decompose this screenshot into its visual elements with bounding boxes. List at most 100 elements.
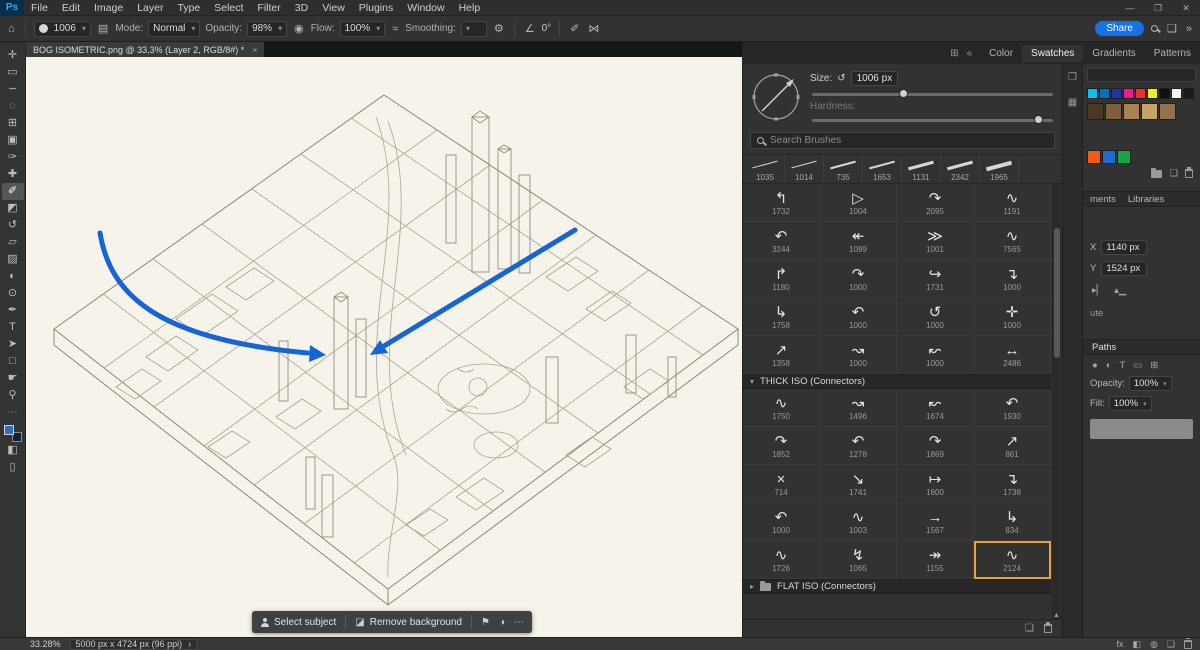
edit-toolbar-icon[interactable]: ⋯ xyxy=(8,407,18,418)
brush-cell-1930[interactable]: ↶1930 xyxy=(974,389,1051,427)
brush-group-header[interactable]: ▸FLAT ISO (Connectors) xyxy=(743,579,1051,594)
libraries-panel-icon[interactable]: ▦ xyxy=(1068,97,1077,108)
color-swatch[interactable] xyxy=(1123,88,1134,99)
brush-cell-1000[interactable]: ↶1000 xyxy=(743,503,820,541)
healing-brush-tool[interactable]: ✚ xyxy=(2,166,24,183)
tab-swatches[interactable]: Swatches xyxy=(1022,45,1083,62)
shape-path-icon[interactable]: ▭ xyxy=(1133,360,1142,371)
size-slider[interactable] xyxy=(812,93,1053,96)
brush-group-header[interactable]: ▾THICK ISO (Connectors) xyxy=(743,374,1051,389)
brush-cell-1726[interactable]: ∿1726 xyxy=(743,541,820,579)
brush-preset-picker[interactable]: 1006 ▾ xyxy=(34,21,91,37)
scrollbar[interactable] xyxy=(1052,184,1061,619)
canvas[interactable]: Select subject ◪ Remove background ⚑ ◑ ⋯ xyxy=(26,57,742,637)
brush-cell-1674[interactable]: ↜1674 xyxy=(897,389,974,427)
swatch-search-input[interactable] xyxy=(1087,68,1196,82)
flip-horizontal-icon[interactable]: ▸▏ xyxy=(1092,285,1104,296)
brush-cell-7565[interactable]: ∿7565 xyxy=(974,222,1051,260)
move-tool[interactable]: ✛ xyxy=(2,47,24,64)
delete-brush-icon[interactable] xyxy=(1044,624,1052,633)
brush-cell-1099[interactable]: ↞1099 xyxy=(820,222,897,260)
remove-background-button[interactable]: ◪ Remove background xyxy=(355,617,462,628)
quick-mask-icon[interactable]: ◧ xyxy=(2,442,24,459)
delete-layer-icon[interactable] xyxy=(1184,640,1192,649)
color-swatch[interactable] xyxy=(1099,88,1110,99)
hand-tool[interactable]: ☛ xyxy=(2,370,24,387)
smoothing-options-gear-icon[interactable]: ⚙ xyxy=(492,22,506,35)
feedback-flag-icon[interactable]: ⚑ xyxy=(481,617,490,628)
smoothing-select[interactable]: ▾ xyxy=(461,21,487,37)
add-mask-icon[interactable]: ◧ xyxy=(1133,639,1142,650)
new-brush-icon[interactable]: ❏ xyxy=(1025,623,1034,634)
menu-file[interactable]: File xyxy=(24,0,55,16)
brush-cell-834[interactable]: ↳834 xyxy=(974,503,1051,541)
document-tab[interactable]: BOG ISOMETRIC.png @ 33,3% (Layer 2, RGB/… xyxy=(26,42,264,57)
restore-button[interactable]: ❐ xyxy=(1144,0,1172,16)
brush-cell-1004[interactable]: ▷1004 xyxy=(820,184,897,222)
new-path-icon[interactable]: ⊞ xyxy=(1150,360,1158,371)
brush-cell-1731[interactable]: ↪1731 xyxy=(897,260,974,298)
brush-tool[interactable]: ✐ xyxy=(2,183,24,200)
close-tab-icon[interactable]: × xyxy=(252,45,257,55)
flow-select[interactable]: 100% ▾ xyxy=(340,21,386,37)
new-swatch-icon[interactable]: ❏ xyxy=(1169,168,1178,179)
more-options-icon[interactable]: ⋯ xyxy=(514,617,524,628)
collapse-panels-icon[interactable]: « xyxy=(967,48,973,59)
brush-cell-1000[interactable]: ↶1000 xyxy=(820,298,897,336)
symmetry-icon[interactable]: ⋈ xyxy=(586,22,601,35)
brush-cell-714[interactable]: ×714 xyxy=(743,465,820,503)
close-button[interactable]: ✕ xyxy=(1172,0,1200,16)
layer-fill-select[interactable]: 100% ▾ xyxy=(1109,396,1152,411)
menu-layer[interactable]: Layer xyxy=(130,0,170,16)
scrollbar-thumb[interactable] xyxy=(1054,228,1060,358)
adjustment-layer-icon[interactable]: ◍ xyxy=(1150,639,1158,650)
foreground-background-colors[interactable] xyxy=(4,425,22,442)
brush-cell-1001[interactable]: ≫1001 xyxy=(897,222,974,260)
brush-preset[interactable]: 1035 xyxy=(746,155,785,183)
size-value[interactable]: 1006 px xyxy=(851,71,899,86)
brush-cell-1003[interactable]: ∿1003 xyxy=(820,503,897,541)
menu-type[interactable]: Type xyxy=(170,0,207,16)
brush-cell-1000[interactable]: ↜1000 xyxy=(897,336,974,374)
screen-mode-icon[interactable]: ▯ xyxy=(2,459,24,476)
brush-cell-1758[interactable]: ↳1758 xyxy=(743,298,820,336)
color-swatch[interactable] xyxy=(1087,88,1098,99)
color-swatch[interactable] xyxy=(1102,150,1116,164)
crop-tool[interactable]: ⊞ xyxy=(2,115,24,132)
brush-cell-1496[interactable]: ↝1496 xyxy=(820,389,897,427)
layer-opacity-select[interactable]: 100% ▾ xyxy=(1129,376,1172,391)
brush-preset[interactable]: 2342 xyxy=(941,155,980,183)
object-selection-tool[interactable]: ◌ xyxy=(2,98,24,115)
foreground-color-swatch[interactable] xyxy=(4,425,14,435)
brush-cell-1000[interactable]: ↺1000 xyxy=(897,298,974,336)
brush-cell-1065[interactable]: ↯1065 xyxy=(820,541,897,579)
brush-cell-1000[interactable]: ↝1000 xyxy=(820,336,897,374)
color-swatch[interactable] xyxy=(1183,88,1194,99)
properties-icon[interactable]: ◑ xyxy=(499,617,505,628)
flip-vertical-icon[interactable]: ▴▁ xyxy=(1114,285,1126,296)
fill-path-icon[interactable]: ● xyxy=(1092,360,1098,371)
home-icon[interactable]: ⌂ xyxy=(6,23,17,35)
menu-window[interactable]: Window xyxy=(400,0,451,16)
brush-cell-1191[interactable]: ∿1191 xyxy=(974,184,1051,222)
color-swatch[interactable] xyxy=(1111,88,1122,99)
gradient-tool[interactable]: ▨ xyxy=(2,251,24,268)
brush-cell-2095[interactable]: ↷2095 xyxy=(897,184,974,222)
new-layer-icon[interactable]: ❏ xyxy=(1167,639,1175,650)
scroll-down-icon[interactable]: ▲ xyxy=(1052,612,1061,619)
brush-cell-1869[interactable]: ↷1869 xyxy=(897,427,974,465)
color-swatch[interactable] xyxy=(1141,103,1158,120)
brush-preset[interactable]: 1014 xyxy=(785,155,824,183)
menu-select[interactable]: Select xyxy=(207,0,250,16)
menu-plugins[interactable]: Plugins xyxy=(352,0,400,16)
brush-cell-861[interactable]: ↗861 xyxy=(974,427,1051,465)
brush-cell-1738[interactable]: ↴1738 xyxy=(974,465,1051,503)
brush-cell-1732[interactable]: ↰1732 xyxy=(743,184,820,222)
mode-select[interactable]: Normal ▾ xyxy=(148,21,200,37)
color-swatch[interactable] xyxy=(1123,103,1140,120)
color-swatch[interactable] xyxy=(1087,150,1101,164)
pressure-size-icon[interactable]: ✐ xyxy=(568,22,581,35)
menu-view[interactable]: View xyxy=(315,0,352,16)
zoom-level[interactable]: 33.28% xyxy=(30,639,61,649)
brush-preset[interactable]: 1653 xyxy=(863,155,902,183)
